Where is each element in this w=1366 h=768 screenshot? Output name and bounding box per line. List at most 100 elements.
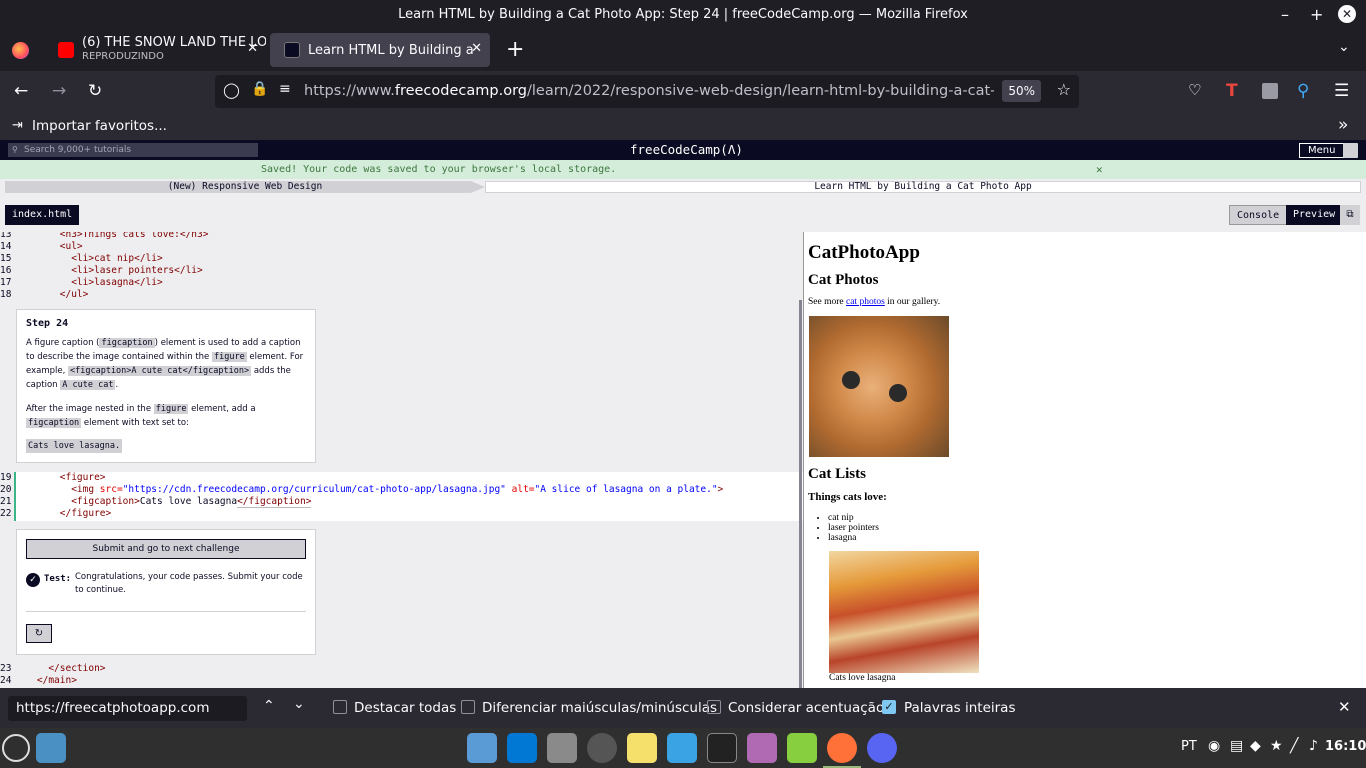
submit-button[interactable]: Submit and go to next challenge — [26, 539, 306, 559]
breadcrumb-superblock[interactable]: (New) Responsive Web Design — [5, 181, 485, 193]
match-case-checkbox[interactable] — [461, 700, 475, 714]
bookmarks-overflow-icon[interactable]: » — [1338, 115, 1348, 135]
network-tray-icon[interactable]: ╱ — [1290, 738, 1298, 754]
code-line[interactable]: 21 <figcaption>Cats love lasagna</figcap… — [0, 496, 312, 508]
url-text[interactable]: https://www.freecodecamp.org/learn/2022/… — [304, 83, 994, 99]
url-bar[interactable]: ◯ 🔒 ≡ https://www.freecodecamp.org/learn… — [215, 75, 1079, 108]
text-editor-icon[interactable] — [627, 733, 657, 763]
close-flash-icon[interactable]: ✕ — [1096, 160, 1103, 179]
import-bookmarks-link[interactable]: Importar favoritos... — [32, 118, 167, 134]
keyboard-layout[interactable]: PT — [1181, 739, 1197, 754]
shield-icon[interactable]: ◯ — [223, 81, 240, 99]
code-text: <li>cat nip</li> — [14, 253, 163, 264]
avatar[interactable] — [1343, 143, 1358, 158]
pocket-icon[interactable]: ♡ — [1188, 81, 1201, 99]
tab-title: (6) THE SNOW LAND THE LO — [82, 36, 266, 50]
list-all-tabs-icon[interactable]: ⌄ — [1338, 39, 1350, 55]
popout-icon[interactable]: ⧉ — [1340, 205, 1360, 225]
menu-button[interactable]: Menu — [1299, 143, 1345, 158]
hamburger-menu-icon[interactable]: ☰ — [1334, 81, 1349, 101]
code-line[interactable]: 20 <img src="https://cdn.freecodecamp.or… — [0, 484, 723, 496]
extension-t-icon[interactable]: T — [1226, 81, 1238, 101]
bookmark-star-icon[interactable]: ☆ — [1057, 80, 1071, 99]
code-line[interactable]: 24 </main> — [0, 675, 77, 687]
firefox-icon[interactable] — [827, 733, 857, 763]
wx-app-icon[interactable] — [667, 733, 697, 763]
volume-tray-icon[interactable]: ♪ — [1309, 738, 1318, 754]
find-next-icon[interactable]: ⌄ — [293, 696, 305, 712]
mint-menu-icon[interactable] — [2, 734, 30, 762]
code-line[interactable]: 14 <ul> — [0, 241, 83, 253]
find-previous-icon[interactable]: ⌃ — [263, 698, 275, 714]
reload-icon[interactable]: ↻ — [88, 81, 102, 101]
editor-scrollbar[interactable] — [799, 300, 802, 688]
code-line[interactable]: 19 <figure> — [0, 472, 106, 484]
zoom-level-button[interactable]: 50% — [1002, 80, 1041, 102]
code-line[interactable]: 18 </ul> — [0, 289, 88, 301]
console-button[interactable]: Console — [1229, 205, 1288, 225]
terminal-icon[interactable] — [707, 733, 737, 763]
breadcrumb-block[interactable]: Learn HTML by Building a Cat Photo App — [485, 181, 1361, 193]
highlight-all-label[interactable]: Destacar todas — [354, 700, 456, 716]
match-diacritics-checkbox[interactable] — [707, 700, 721, 714]
whole-words-label[interactable]: Palavras inteiras — [904, 700, 1015, 716]
url-path: /learn/2022/responsive-web-design/learn-… — [526, 83, 994, 99]
code-string: "https://cdn.freecodecamp.org/curriculum… — [122, 484, 506, 495]
close-find-bar-icon[interactable]: ✕ — [1338, 698, 1351, 716]
new-tab-icon[interactable]: + — [506, 37, 524, 62]
match-diacritics-label[interactable]: Considerar acentuação — [728, 700, 884, 716]
preview-paragraph: See more cat photos in our gallery. — [808, 297, 940, 307]
maximize-icon[interactable]: + — [1310, 5, 1323, 24]
close-tab-icon[interactable]: ✕ — [471, 41, 482, 56]
files-icon[interactable] — [467, 733, 497, 763]
close-tab-icon[interactable]: ✕ — [247, 41, 258, 56]
whole-words-checkbox[interactable]: ✓ — [882, 700, 896, 714]
find-input[interactable]: https://freecatphotoapp.com — [8, 696, 247, 721]
tab-youtube[interactable]: (6) THE SNOW LAND THE LO REPRODUZINDO ✕ — [44, 33, 266, 67]
cat-photo-image[interactable] — [809, 316, 949, 457]
reset-icon[interactable]: ↻ — [26, 624, 52, 643]
code-text: </ul> — [14, 289, 89, 300]
code-line[interactable]: 15 <li>cat nip</li> — [0, 253, 163, 265]
extension-icon[interactable] — [1262, 83, 1278, 99]
calculator-icon[interactable] — [547, 733, 577, 763]
webcam-icon[interactable] — [587, 733, 617, 763]
discord-tray-icon[interactable]: ◉ — [1208, 738, 1220, 754]
code-line[interactable]: 16 <li>laser pointers</li> — [0, 265, 203, 277]
star-tray-icon[interactable]: ★ — [1270, 738, 1283, 754]
discord-icon[interactable] — [867, 733, 897, 763]
file-tab-index-html[interactable]: index.html — [5, 205, 80, 225]
import-icon: ⇥ — [12, 118, 23, 133]
code-line[interactable]: 13 <h3>Things cats love:</h3> — [0, 232, 208, 241]
fcc-logo[interactable]: freeCodeCamp(Λ) — [630, 142, 743, 157]
code-line[interactable]: 17 <li>lasagna</li> — [0, 277, 163, 289]
permissions-icon[interactable]: ≡ — [279, 81, 291, 97]
preview-button[interactable]: Preview — [1286, 205, 1340, 225]
close-window-icon[interactable]: ✕ — [1338, 5, 1356, 23]
highlight-all-checkbox[interactable] — [333, 700, 347, 714]
cat-eye-right — [889, 384, 907, 402]
lock-icon[interactable]: 🔒 — [251, 81, 268, 97]
code-line[interactable]: 23 </section> — [0, 663, 106, 675]
cat-photos-link[interactable]: cat photos — [846, 297, 885, 307]
tab-freecodecamp[interactable]: Learn HTML by Building a Ca ✕ — [270, 33, 490, 67]
shield-tray-icon[interactable]: ◆ — [1250, 738, 1261, 754]
clock[interactable]: 16:10 — [1325, 739, 1366, 754]
search-input[interactable]: ⚲ Search 9,000+ tutorials — [8, 143, 258, 157]
forward-icon[interactable]: → — [52, 81, 66, 101]
firefox-view-icon[interactable] — [12, 42, 29, 59]
extension-search-icon[interactable]: ⚲ — [1297, 81, 1309, 101]
line-number: 24 — [0, 675, 12, 686]
code-line[interactable]: 22 </figure> — [0, 508, 111, 520]
show-desktop-icon[interactable] — [36, 733, 66, 763]
match-case-label[interactable]: Diferenciar maiúsculas/minúsculas — [482, 700, 717, 716]
code-editor[interactable]: 13 <h3>Things cats love:</h3> 14 <ul> 15… — [0, 232, 803, 688]
back-icon[interactable]: ← — [14, 81, 28, 101]
clipboard-tray-icon[interactable]: ▤ — [1230, 738, 1243, 754]
vscode-icon[interactable] — [507, 733, 537, 763]
media-player-icon[interactable] — [747, 733, 777, 763]
lasagna-image[interactable] — [829, 551, 979, 673]
minimize-icon[interactable]: – — [1281, 5, 1289, 24]
mint-update-icon[interactable] — [787, 733, 817, 763]
line-number: 23 — [0, 663, 12, 674]
